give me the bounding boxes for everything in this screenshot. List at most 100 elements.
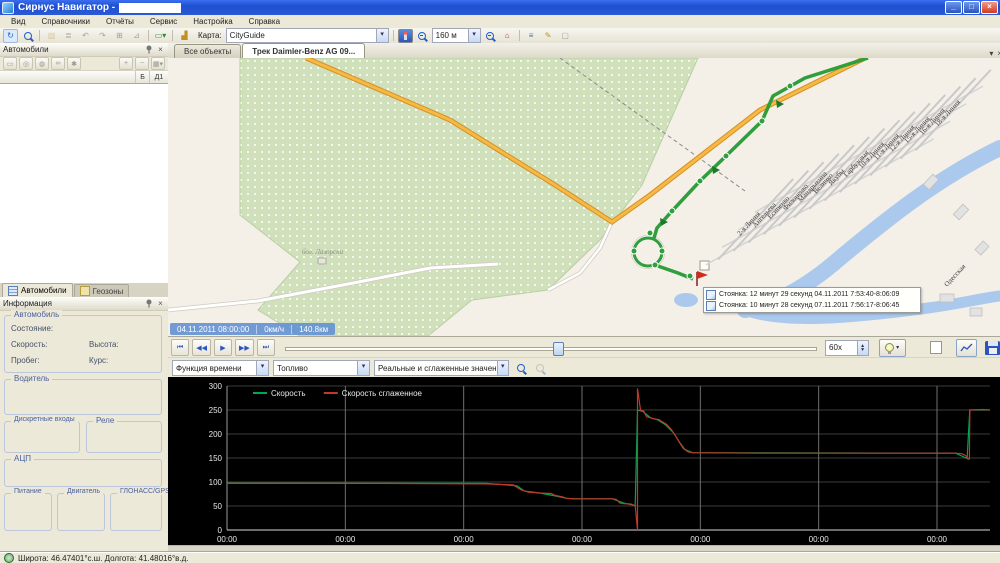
status-bar: Широта: 46.47401°с.ш. Долгота: 41.48016°… [0, 552, 1000, 563]
minimize-button[interactable]: _ [945, 1, 962, 14]
close-button[interactable]: × [981, 1, 998, 14]
slider-thumb[interactable] [553, 342, 564, 356]
map-select[interactable]: CityGuide▾ [226, 28, 389, 43]
glonass-group: ГЛОНАСС/GPS [110, 493, 162, 531]
legend-label: Скорость [271, 389, 306, 398]
binoculars-icon[interactable]: ∞ [51, 57, 65, 70]
y-tick-label: 300 [209, 382, 223, 391]
zoom-in-icon[interactable] [513, 361, 528, 375]
close-icon[interactable]: × [156, 45, 165, 54]
layers-icon[interactable]: ▢ [558, 29, 573, 43]
vehicle-icon[interactable]: ▭▾ [153, 29, 168, 43]
speed-stepper[interactable]: 60x ▲▼ [825, 340, 869, 356]
chart-icon[interactable]: ▟ [177, 29, 192, 43]
zoom-out-icon[interactable] [532, 361, 547, 375]
rewind-button[interactable]: ◀◀ [192, 339, 210, 356]
tab-vehicles[interactable]: Автомобили [2, 283, 73, 297]
chart-toggle-button[interactable] [956, 339, 976, 357]
overlay-speed: 0км/ч [257, 325, 292, 334]
events-icon[interactable]: ≣ [61, 29, 76, 43]
coordinates-text: Широта: 46.47401°с.ш. Долгота: 41.48016°… [18, 554, 189, 563]
chevron-down-icon[interactable]: ▾ [497, 361, 508, 375]
option-checkbox[interactable] [930, 341, 943, 354]
traffic-icon[interactable] [398, 29, 413, 43]
legend-icon[interactable]: ≡ [524, 29, 539, 43]
remove-icon[interactable]: − [135, 57, 149, 70]
tab-track[interactable]: Трек Daimler-Benz AG 09... [242, 43, 365, 58]
vehicle-group: Автомобиль Состояние: Скорость: Высота: … [4, 315, 162, 373]
values-select[interactable]: Реальные и сглаженные значен▾ [374, 360, 509, 376]
stepper-arrows[interactable]: ▲▼ [857, 341, 868, 355]
menu-item-1[interactable]: Справочники [34, 16, 96, 27]
undo-icon[interactable]: ↶ [78, 29, 93, 43]
globe-icon[interactable]: ◍ [35, 57, 49, 70]
zoom-out-icon[interactable] [415, 29, 430, 43]
chevron-down-icon[interactable]: ▾ [357, 361, 369, 375]
slider-groove[interactable] [285, 347, 817, 351]
play-button[interactable]: ▶ [214, 339, 232, 356]
skip-end-button[interactable]: ⏭ [257, 339, 275, 356]
scale-select[interactable]: 160 м▾ [432, 28, 481, 43]
stacked-marker-icon[interactable] [700, 261, 709, 270]
search-icon[interactable] [20, 29, 35, 43]
panel-tabs: Автомобили Геозоны [0, 283, 170, 297]
route-icon[interactable]: ▧ [44, 29, 59, 43]
tab-all-objects[interactable]: Все объекты [174, 44, 241, 58]
menu-item-3[interactable]: Сервис [143, 16, 184, 27]
sync-icon[interactable]: ↻ [3, 29, 18, 43]
mileage-label: Пробег: [11, 356, 40, 365]
vehicles-list[interactable] [0, 84, 168, 285]
maximize-button[interactable]: □ [963, 1, 980, 14]
notes-icon[interactable]: ✎ [541, 29, 556, 43]
menu-item-4[interactable]: Настройка [186, 16, 239, 27]
pin-icon[interactable] [144, 299, 153, 308]
map-canvas[interactable]: бол. Лазорски 2-я ЛинияАнгельеваЕсипенко… [168, 58, 1000, 336]
parameter-select[interactable]: Топливо▾ [273, 360, 370, 376]
skip-start-button[interactable]: ⏮ [171, 339, 189, 356]
zoom-in-icon[interactable] [483, 29, 498, 43]
speed-chart[interactable]: 00:0000:0000:0000:0000:0000:0000:0005010… [168, 377, 1000, 545]
columns-icon[interactable]: ▦▾ [151, 57, 165, 70]
course-label: Курс: [89, 356, 108, 365]
menu-item-0[interactable]: Вид [4, 16, 32, 27]
chevron-down-icon[interactable]: ▾ [376, 29, 388, 42]
x-tick-label: 00:00 [572, 535, 593, 544]
tab-scroll-icon[interactable]: ▾ [989, 49, 993, 58]
adc-group: АЦП [4, 459, 162, 487]
settings-icon[interactable]: ✱ [67, 57, 81, 70]
follow-icon[interactable]: ◎ [19, 57, 33, 70]
playback-bar: ⏮ ◀◀ ▶ ▶▶ ⏭ 60x ▲▼ ▾ [168, 336, 1000, 358]
redo-icon[interactable]: ↷ [95, 29, 110, 43]
driver-group: Водитель [4, 379, 162, 415]
chevron-down-icon[interactable]: ▾ [468, 29, 480, 42]
forward-button[interactable]: ▶▶ [235, 339, 253, 356]
menu-bar: ВидСправочникиОтчётыСервисНастройкаСправ… [0, 15, 1000, 29]
highlight-button[interactable]: ▾ [879, 339, 906, 357]
column-b[interactable]: Б [136, 71, 150, 83]
column-d1[interactable]: Д1 [150, 71, 168, 83]
map-tab-bar: Все объекты Трек Daimler-Benz AG 09... ▾… [168, 43, 1000, 59]
save-button[interactable] [985, 341, 1000, 355]
add-icon[interactable]: + [119, 57, 133, 70]
close-icon[interactable]: × [156, 299, 165, 308]
menu-item-2[interactable]: Отчёты [99, 16, 141, 27]
menu-item-5[interactable]: Справка [242, 16, 287, 27]
map-poi-icon [318, 258, 326, 264]
bulb-icon [885, 343, 894, 352]
time-slider[interactable] [285, 340, 817, 355]
measure-icon[interactable]: ⊞ [112, 29, 127, 43]
function-select[interactable]: Функция времени▾ [172, 360, 269, 376]
geofence-icon [80, 286, 90, 296]
tab-geozones[interactable]: Геозоны [74, 284, 130, 297]
ruler-icon[interactable]: ⊿ [129, 29, 144, 43]
report-icon [706, 301, 716, 311]
vehicles-toolbar: ▭ ◎ ◍ ∞ ✱ + − ▦▾ [0, 57, 168, 71]
stop-flag-icon[interactable] [697, 271, 708, 279]
chevron-down-icon[interactable]: ▾ [256, 361, 268, 375]
home-icon[interactable]: ⌂ [500, 29, 515, 43]
timeline-overlay: 04.11.2011 08:00:00 0км/ч 140.8км [170, 323, 335, 335]
car-icon[interactable]: ▭ [3, 57, 17, 70]
column-name[interactable] [0, 71, 136, 83]
report-icon [706, 290, 716, 300]
pin-icon[interactable] [144, 45, 153, 54]
